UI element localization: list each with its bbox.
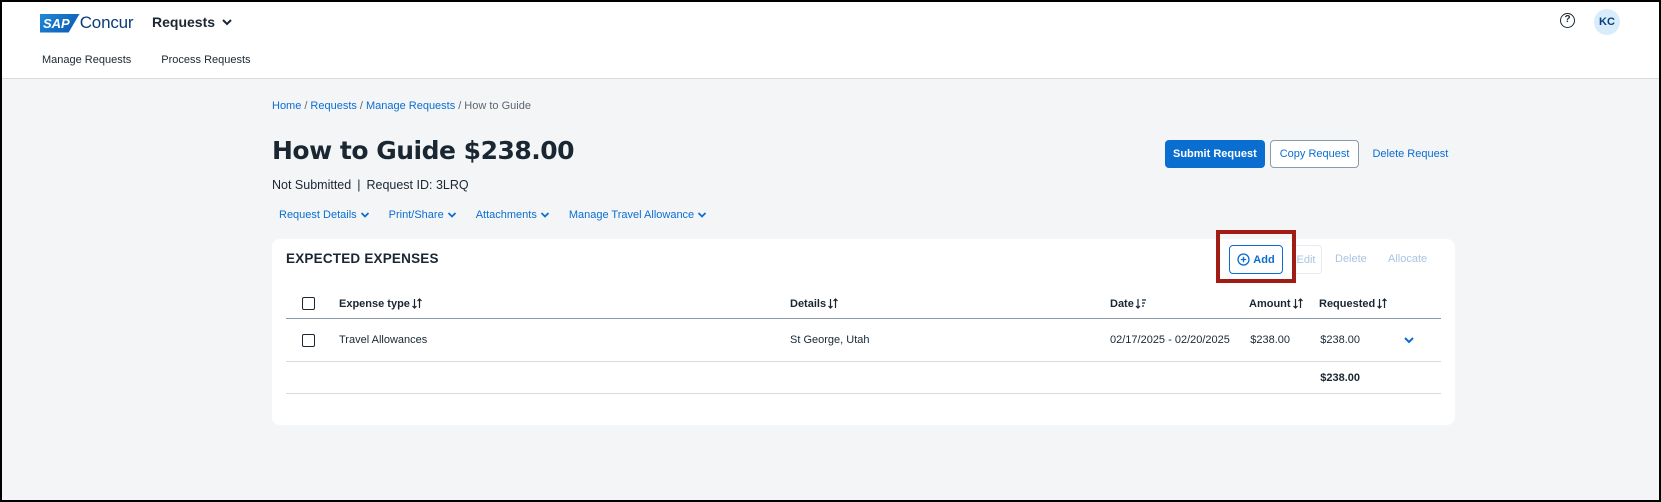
top-bar: SAP Concur Requests ? KC Manage Requests…: [0, 0, 1661, 79]
edit-expense-button[interactable]: Edit: [1291, 245, 1322, 274]
column-label: Details: [790, 297, 827, 310]
tab-attachments[interactable]: Attachments: [476, 209, 550, 221]
tab-label: Print/Share: [388, 209, 444, 221]
breadcrumb-requests[interactable]: Requests: [310, 100, 356, 112]
chevron-down-icon: [698, 212, 707, 218]
section-title: EXPECTED EXPENSES: [286, 251, 439, 266]
subnav-manage-requests[interactable]: Manage Requests: [42, 54, 131, 66]
total-row: $238.00: [286, 362, 1441, 394]
cell-date: 02/17/2025 - 02/20/2025: [1110, 334, 1230, 346]
table-header: Expense type Details Date Amount Request…: [286, 289, 1441, 319]
cell-details: St George, Utah: [790, 334, 870, 346]
cell-requested: $238.00: [1320, 334, 1360, 346]
table-row[interactable]: Travel Allowances St George, Utah 02/17/…: [286, 319, 1441, 362]
expenses-table: Expense type Details Date Amount Request…: [286, 289, 1441, 394]
tab-print-share[interactable]: Print/Share: [389, 209, 457, 221]
request-actions: Submit Request Copy Request Delete Reque…: [1165, 140, 1456, 168]
sap-concur-logo[interactable]: SAP Concur: [40, 13, 134, 33]
tab-label: Attachments: [475, 209, 537, 221]
submit-request-button[interactable]: Submit Request: [1165, 140, 1265, 168]
app-menu-button[interactable]: Requests: [152, 14, 233, 30]
sort-arrows-icon: [828, 298, 839, 309]
column-label: Requested: [1319, 297, 1376, 310]
column-label: Expense type: [339, 297, 410, 310]
app-menu-label: Requests: [152, 14, 216, 30]
row-expand-button[interactable]: [1403, 319, 1415, 361]
column-date[interactable]: Date: [1110, 289, 1147, 318]
chevron-down-icon: [447, 212, 456, 218]
request-status-line: Not Submitted | Request ID: 3LRQ: [272, 178, 469, 192]
help-icon[interactable]: ?: [1560, 13, 1575, 28]
plus-circle-icon: [1237, 253, 1250, 266]
sort-descending-icon: [1135, 299, 1146, 309]
select-all-cell: [302, 289, 315, 318]
breadcrumb: Home / Requests / Manage Requests / How to Gui…: [272, 100, 531, 112]
breadcrumb-manage-requests[interactable]: Manage Requests: [366, 100, 455, 112]
column-expense-type[interactable]: Expense type: [339, 289, 423, 318]
add-label: Add: [1253, 253, 1275, 266]
column-amount[interactable]: Amount: [1249, 289, 1304, 318]
tab-label: Manage Travel Allowance: [568, 209, 695, 221]
chevron-down-icon: [540, 212, 549, 218]
add-expense-button[interactable]: Add: [1229, 245, 1283, 274]
tab-request-details[interactable]: Request Details: [279, 209, 370, 221]
row-select-cell: [302, 319, 315, 361]
chevron-down-icon: [360, 212, 369, 218]
column-label: Date: [1110, 297, 1134, 310]
column-requested[interactable]: Requested: [1319, 289, 1388, 318]
delete-expense-button[interactable]: Delete: [1335, 245, 1367, 274]
allocate-expense-button[interactable]: Allocate: [1388, 245, 1427, 274]
tab-manage-travel-allowance[interactable]: Manage Travel Allowance: [569, 209, 707, 221]
total-requested: $238.00: [1320, 371, 1360, 384]
cell-expense-type: Travel Allowances: [339, 334, 428, 346]
subnav-process-requests[interactable]: Process Requests: [161, 54, 250, 66]
request-tabs: Request Details Print/Share Attachments …: [279, 209, 707, 221]
sort-arrows-icon: [411, 298, 422, 309]
select-all-checkbox[interactable]: [302, 297, 315, 310]
copy-request-button[interactable]: Copy Request: [1269, 140, 1360, 168]
breadcrumb-home[interactable]: Home: [272, 100, 301, 112]
chevron-down-icon: [1404, 337, 1414, 344]
logo-concur-text: Concur: [79, 13, 134, 32]
column-label: Amount: [1249, 297, 1291, 310]
sub-navigation: Manage Requests Process Requests: [42, 54, 251, 66]
cell-amount: $238.00: [1250, 334, 1290, 346]
expected-expenses-card: EXPECTED EXPENSES Add Edit Delete Alloca…: [272, 230, 1455, 425]
request-id: Request ID: 3LRQ: [366, 178, 469, 192]
avatar[interactable]: KC: [1594, 9, 1620, 35]
column-details[interactable]: Details: [790, 289, 839, 318]
page-title: How to Guide $238.00: [272, 136, 575, 165]
breadcrumb-current: How to Guide: [464, 100, 531, 112]
tab-label: Request Details: [279, 209, 357, 221]
main-content: Home / Requests / Manage Requests / How to Gui…: [0, 79, 1661, 502]
sort-arrows-icon: [1377, 298, 1388, 309]
row-checkbox[interactable]: [302, 333, 315, 347]
chevron-down-icon: [222, 19, 232, 26]
status-text: Not Submitted: [272, 178, 352, 192]
logo-sap-text: SAP: [40, 13, 80, 33]
delete-request-button[interactable]: Delete Request: [1364, 140, 1456, 168]
sort-arrows-icon: [1292, 298, 1303, 309]
